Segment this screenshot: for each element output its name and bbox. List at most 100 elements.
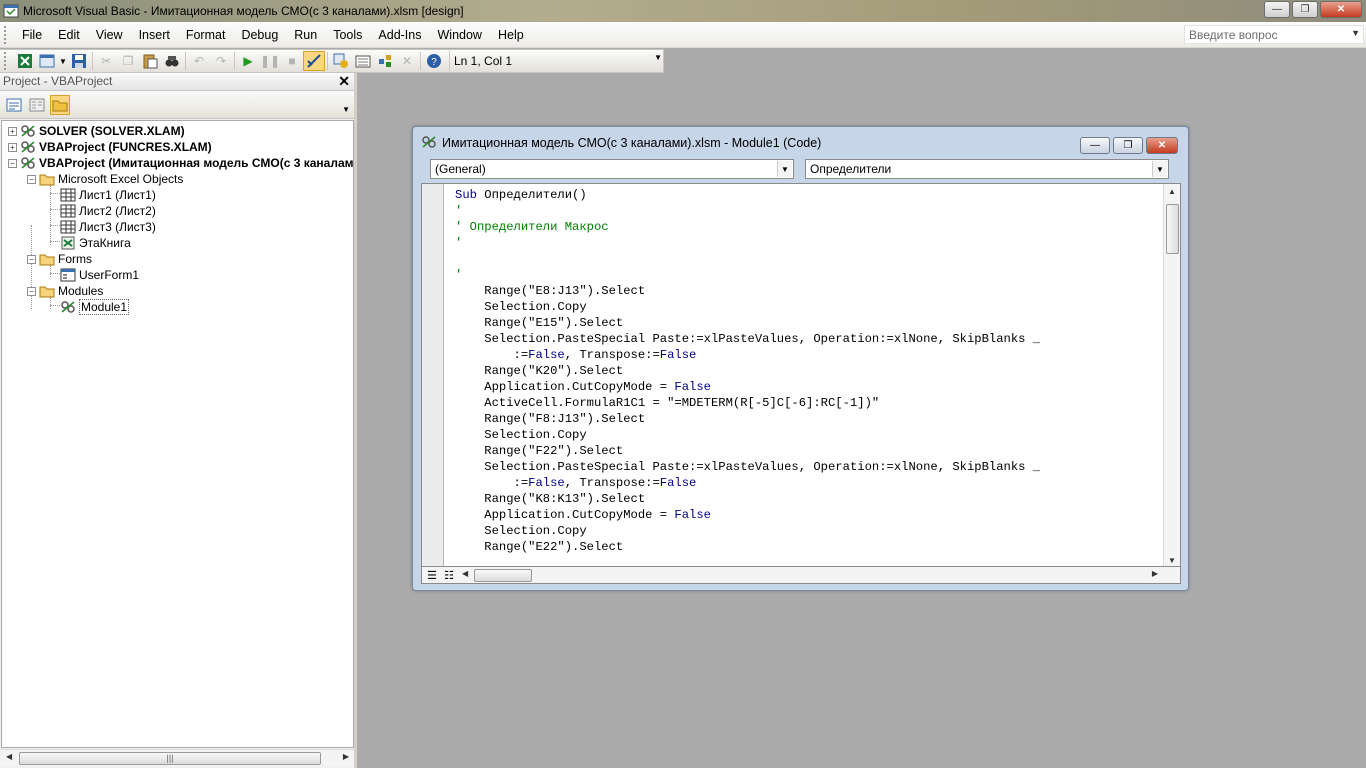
- toolbox-icon[interactable]: ✕: [396, 51, 418, 71]
- code-line[interactable]: Range("E15").Select: [455, 315, 1040, 331]
- tree-node-modules[interactable]: − Modules: [27, 283, 103, 299]
- menu-file[interactable]: File: [14, 28, 50, 42]
- copy-icon[interactable]: ❐: [117, 51, 139, 71]
- menu-insert[interactable]: Insert: [131, 28, 178, 42]
- tree-node-sheet2[interactable]: Лист2 (Лист2): [60, 203, 156, 219]
- insert-dropdown-icon[interactable]: ▼: [58, 51, 68, 71]
- collapse-icon[interactable]: −: [8, 158, 17, 168]
- toolbar-options-icon[interactable]: ▼: [654, 53, 662, 62]
- expand-icon[interactable]: +: [8, 126, 17, 136]
- project-horizontal-scrollbar[interactable]: ◀ ||| ▶: [1, 749, 354, 766]
- code-minimize-button[interactable]: —: [1080, 137, 1110, 154]
- collapse-icon[interactable]: −: [27, 286, 36, 296]
- code-line[interactable]: Range("K8:K13").Select: [455, 491, 1040, 507]
- code-margin[interactable]: [422, 184, 444, 566]
- tree-node-sheet1[interactable]: Лист1 (Лист1): [60, 187, 156, 203]
- code-line[interactable]: ActiveCell.FormulaR1C1 = "=MDETERM(R[-5]…: [455, 395, 1040, 411]
- code-line[interactable]: Sub Определители(): [455, 187, 1040, 203]
- chevron-down-icon[interactable]: ▼: [777, 161, 792, 177]
- scroll-right-icon[interactable]: ▶: [343, 752, 349, 761]
- minimize-button[interactable]: —: [1264, 1, 1290, 18]
- menubar-grip[interactable]: [4, 25, 8, 44]
- project-toolbar-options-icon[interactable]: ▼: [342, 105, 350, 114]
- find-icon[interactable]: [161, 51, 183, 71]
- scroll-thumb[interactable]: [474, 569, 532, 582]
- code-line[interactable]: Selection.Copy: [455, 299, 1040, 315]
- scroll-right-icon[interactable]: ▶: [1152, 569, 1158, 578]
- code-line[interactable]: Range("K20").Select: [455, 363, 1040, 379]
- object-combo[interactable]: (General) ▼: [430, 159, 794, 179]
- procedure-view-icon[interactable]: ☰: [424, 568, 440, 582]
- tree-node-funcres[interactable]: + VBAProject (FUNCRES.XLAM): [8, 139, 212, 155]
- help-icon[interactable]: ?: [423, 51, 445, 71]
- menu-run[interactable]: Run: [286, 28, 325, 42]
- break-icon[interactable]: ❚❚: [259, 51, 281, 71]
- code-line[interactable]: Range("F22").Select: [455, 443, 1040, 459]
- save-icon[interactable]: [68, 51, 90, 71]
- tree-node-excel-objects[interactable]: − Microsoft Excel Objects: [27, 171, 183, 187]
- ask-dropdown-icon[interactable]: ▼: [1351, 28, 1360, 38]
- procedure-combo[interactable]: Определители ▼: [805, 159, 1169, 179]
- code-line[interactable]: [455, 251, 1040, 267]
- tree-node-thisworkbook[interactable]: ЭтаКнига: [60, 235, 131, 251]
- paste-icon[interactable]: [139, 51, 161, 71]
- scroll-thumb[interactable]: [1166, 204, 1179, 254]
- menu-debug[interactable]: Debug: [233, 28, 286, 42]
- code-lines[interactable]: Sub Определители() ' ' Определители Макрос…: [455, 187, 1040, 555]
- reset-icon[interactable]: ■: [281, 51, 303, 71]
- toggle-folders-icon[interactable]: [50, 94, 70, 115]
- code-editor[interactable]: Sub Определители() ' ' Определители Макрос…: [421, 183, 1181, 567]
- full-module-view-icon[interactable]: ☷: [441, 568, 457, 582]
- code-line[interactable]: Application.CutCopyMode = False: [455, 507, 1040, 523]
- menu-view[interactable]: View: [88, 28, 131, 42]
- collapse-icon[interactable]: −: [27, 254, 36, 264]
- view-object-icon[interactable]: [27, 95, 47, 115]
- view-code-icon[interactable]: [4, 95, 24, 115]
- code-line[interactable]: :=False, Transpose:=False: [455, 347, 1040, 363]
- menu-window[interactable]: Window: [430, 28, 490, 42]
- menu-format[interactable]: Format: [178, 28, 234, 42]
- collapse-icon[interactable]: −: [27, 174, 36, 184]
- code-line[interactable]: Range("E22").Select: [455, 539, 1040, 555]
- cut-icon[interactable]: ✂: [95, 51, 117, 71]
- code-line[interactable]: Selection.PasteSpecial Paste:=xlPasteVal…: [455, 459, 1040, 475]
- tree-node-userform1[interactable]: UserForm1: [60, 267, 139, 283]
- menu-edit[interactable]: Edit: [50, 28, 88, 42]
- code-line[interactable]: ': [455, 267, 1040, 283]
- close-button[interactable]: ✕: [1320, 1, 1362, 18]
- view-excel-icon[interactable]: [14, 51, 36, 71]
- project-explorer-close-icon[interactable]: ✕: [338, 73, 350, 90]
- code-line[interactable]: Application.CutCopyMode = False: [455, 379, 1040, 395]
- menu-help[interactable]: Help: [490, 28, 532, 42]
- tree-node-solver[interactable]: + SOLVER (SOLVER.XLAM): [8, 123, 185, 139]
- code-line[interactable]: Range("F8:J13").Select: [455, 411, 1040, 427]
- properties-window-icon[interactable]: [352, 51, 374, 71]
- design-mode-icon[interactable]: [303, 51, 325, 71]
- tree-node-forms[interactable]: − Forms: [27, 251, 92, 267]
- ask-question-box[interactable]: Введите вопрос ▼: [1184, 25, 1364, 44]
- code-line[interactable]: ': [455, 235, 1040, 251]
- code-line[interactable]: Selection.PasteSpecial Paste:=xlPasteVal…: [455, 331, 1040, 347]
- tree-node-vbaproject[interactable]: − VBAProject (Имитационная модель СМО(с …: [8, 155, 353, 171]
- scroll-left-icon[interactable]: ◀: [462, 569, 468, 578]
- tree-node-module1[interactable]: Module1: [60, 299, 130, 315]
- object-browser-icon[interactable]: [374, 51, 396, 71]
- scroll-up-icon[interactable]: ▲: [1168, 187, 1176, 196]
- insert-userform-icon[interactable]: [36, 51, 58, 71]
- scroll-left-icon[interactable]: ◀: [6, 752, 12, 761]
- code-line[interactable]: Range("E8:J13").Select: [455, 283, 1040, 299]
- toolbar-grip[interactable]: [4, 52, 8, 70]
- code-close-button[interactable]: ✕: [1146, 137, 1178, 154]
- code-line[interactable]: ' Определители Макрос: [455, 219, 1040, 235]
- scroll-thumb[interactable]: |||: [19, 752, 321, 765]
- redo-icon[interactable]: ↷: [210, 51, 232, 71]
- restore-button[interactable]: ❐: [1292, 1, 1318, 18]
- tree-node-sheet3[interactable]: Лист3 (Лист3): [60, 219, 156, 235]
- scroll-down-icon[interactable]: ▼: [1168, 556, 1176, 565]
- code-vertical-scrollbar[interactable]: ▲ ▼: [1163, 184, 1180, 566]
- project-explorer-icon[interactable]: [330, 51, 352, 71]
- undo-icon[interactable]: ↶: [188, 51, 210, 71]
- code-line[interactable]: ': [455, 203, 1040, 219]
- code-line[interactable]: Selection.Copy: [455, 427, 1040, 443]
- code-line[interactable]: Selection.Copy: [455, 523, 1040, 539]
